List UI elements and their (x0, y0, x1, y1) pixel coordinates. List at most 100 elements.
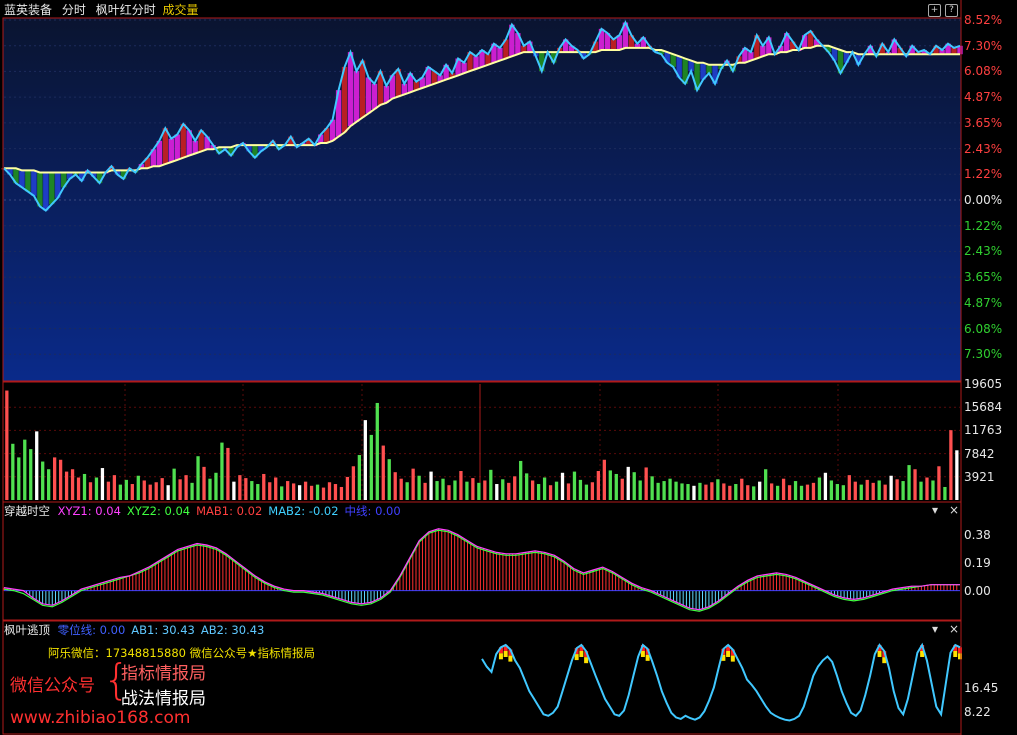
volume-bar (859, 484, 863, 500)
volume-bar (781, 478, 786, 500)
price-fill-bar (174, 134, 180, 160)
volume-tick: 15684 (964, 400, 1003, 415)
volume-bar (220, 442, 224, 500)
volume-bar (626, 466, 630, 500)
panel-frame (2, 501, 962, 621)
triangle-down-icon[interactable]: ▾ (932, 503, 938, 517)
volume-bar (232, 481, 236, 500)
volume-bar (889, 475, 893, 500)
watermark-line2: 战法情报局 (121, 689, 206, 709)
volume-bar (82, 473, 87, 500)
volume-bar (148, 484, 152, 500)
volume-bar (339, 486, 344, 500)
volume-bar (363, 420, 367, 500)
volume-bar (23, 439, 27, 500)
volume-bar (435, 481, 439, 500)
close-icon[interactable]: × (949, 503, 959, 517)
price-fill-bar (610, 39, 617, 50)
plus-circle-icon[interactable]: + (928, 4, 941, 17)
volume-bar (775, 485, 780, 500)
volume-bar (297, 485, 302, 500)
volume-bar (793, 481, 798, 500)
top-escape-plot (481, 642, 962, 722)
volume-bar (704, 484, 708, 500)
volume-bar (309, 485, 314, 500)
top-signal-yellow (726, 651, 731, 657)
volume-bar (931, 480, 935, 500)
volume-bar (752, 486, 756, 500)
volume-bar (465, 481, 469, 500)
volume-bar (393, 472, 397, 500)
price-fill-bar (43, 172, 49, 211)
volume-bar (656, 482, 660, 500)
volume-bar (106, 481, 111, 500)
volume-bar (883, 484, 887, 500)
volume-bar (381, 445, 385, 500)
volume-bar (787, 485, 792, 500)
volume-bar (686, 484, 690, 500)
stock-name[interactable]: 蓝英装备 (4, 3, 52, 17)
volume-bar (495, 484, 499, 500)
indicator1-name[interactable]: 穿越时空 (4, 504, 50, 518)
volume-label[interactable]: 成交量 (163, 3, 199, 17)
volume-bar (142, 480, 146, 500)
price-tick-up: 4.87% (964, 90, 1003, 105)
volume-bar (525, 473, 529, 500)
volume-bar (566, 483, 571, 500)
triangle-down-icon-2[interactable]: ▾ (932, 622, 938, 636)
volume-bar (423, 482, 427, 500)
volume-bar (698, 482, 702, 500)
indicator2-name[interactable]: 枫叶逃顶 (4, 623, 50, 637)
price-fill-bar (168, 138, 174, 162)
volume-bar (447, 485, 451, 500)
volume-bar (208, 478, 212, 500)
indicator-name[interactable]: 枫叶红分时 (96, 3, 156, 17)
price-fill-bar (49, 172, 55, 205)
volume-bar (764, 469, 768, 500)
wechat-label: 微信公众号 (10, 676, 95, 696)
volume-bar (411, 468, 415, 500)
volume-bar (871, 482, 875, 500)
volume-bar (608, 470, 612, 500)
close-icon-2[interactable]: × (949, 622, 959, 636)
top-signal-yellow (645, 654, 650, 661)
mode-label[interactable]: 分时 (62, 3, 86, 17)
volume-bar (196, 456, 200, 500)
volume-bar (805, 484, 810, 500)
price-fill-bar (473, 56, 479, 70)
volume-bar (596, 471, 601, 500)
volume-bar (769, 483, 774, 500)
volume-tick: 19605 (964, 377, 1003, 391)
volume-bar (291, 483, 296, 500)
price-tick-up: 1.22% (964, 167, 1003, 182)
volume-bar (387, 459, 391, 500)
volume-bar (865, 479, 869, 500)
volume-bar (64, 471, 69, 500)
question-mark-icon[interactable]: ? (945, 4, 958, 17)
volume-bar (590, 482, 595, 500)
top-escape-tick: 16.45 (964, 681, 999, 695)
volume-bar (835, 484, 840, 500)
volume-bar (11, 443, 15, 500)
price-fill-bar (359, 60, 366, 118)
volume-bar (680, 483, 684, 500)
volume-bar (716, 479, 720, 500)
watermark-line1: 指标情报局 (121, 664, 206, 684)
top-signal-yellow (574, 654, 579, 661)
volume-bar (584, 484, 589, 500)
volume-bar (847, 475, 851, 500)
volume-bar (913, 469, 917, 500)
volume-bar (429, 471, 433, 500)
volume-bar (136, 475, 140, 500)
volume-bar (560, 472, 565, 500)
price-tick-up: 8.52% (964, 13, 1003, 27)
watermark-url: www.zhibiao168.com (10, 708, 191, 728)
volume-bar (734, 484, 738, 500)
volume-bar (184, 475, 188, 500)
volume-bar (202, 466, 206, 500)
indicator1-param: XYZ2: 0.04 (126, 504, 191, 518)
indicator2-param: AB1: 30.43 (131, 623, 195, 637)
volume-bar (226, 447, 230, 500)
volume-bar (333, 484, 338, 500)
top-signal-yellow (508, 655, 513, 662)
